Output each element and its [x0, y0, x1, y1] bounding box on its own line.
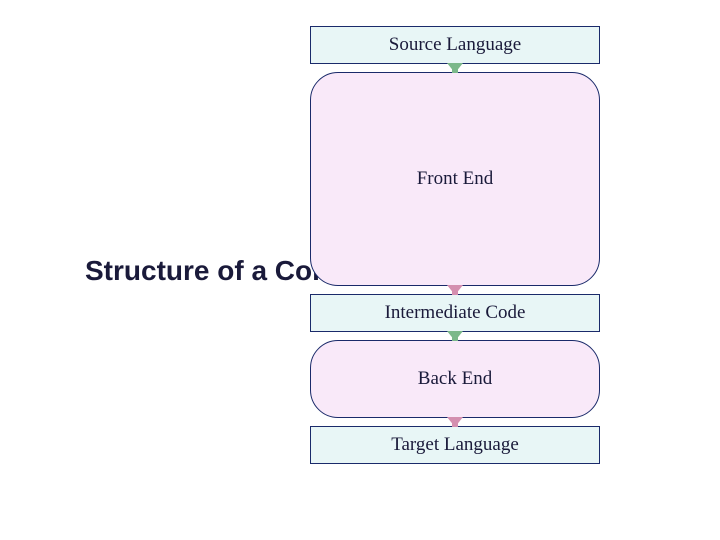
arrow-down-icon — [447, 331, 463, 341]
arrow-down-icon — [447, 417, 463, 427]
node-label: Intermediate Code — [385, 302, 526, 324]
flow-column: Source Language Front End Intermediate C… — [310, 26, 600, 464]
node-front-end: Front End — [310, 72, 600, 286]
node-label: Front End — [417, 168, 494, 190]
node-label: Source Language — [389, 34, 521, 56]
node-target-language: Target Language — [310, 426, 600, 464]
node-source-language: Source Language — [310, 26, 600, 64]
arrow-down-icon — [447, 285, 463, 295]
node-label: Target Language — [391, 434, 519, 456]
node-label: Back End — [418, 368, 492, 390]
node-intermediate-code: Intermediate Code — [310, 294, 600, 332]
node-back-end: Back End — [310, 340, 600, 418]
arrow-down-icon — [447, 63, 463, 73]
